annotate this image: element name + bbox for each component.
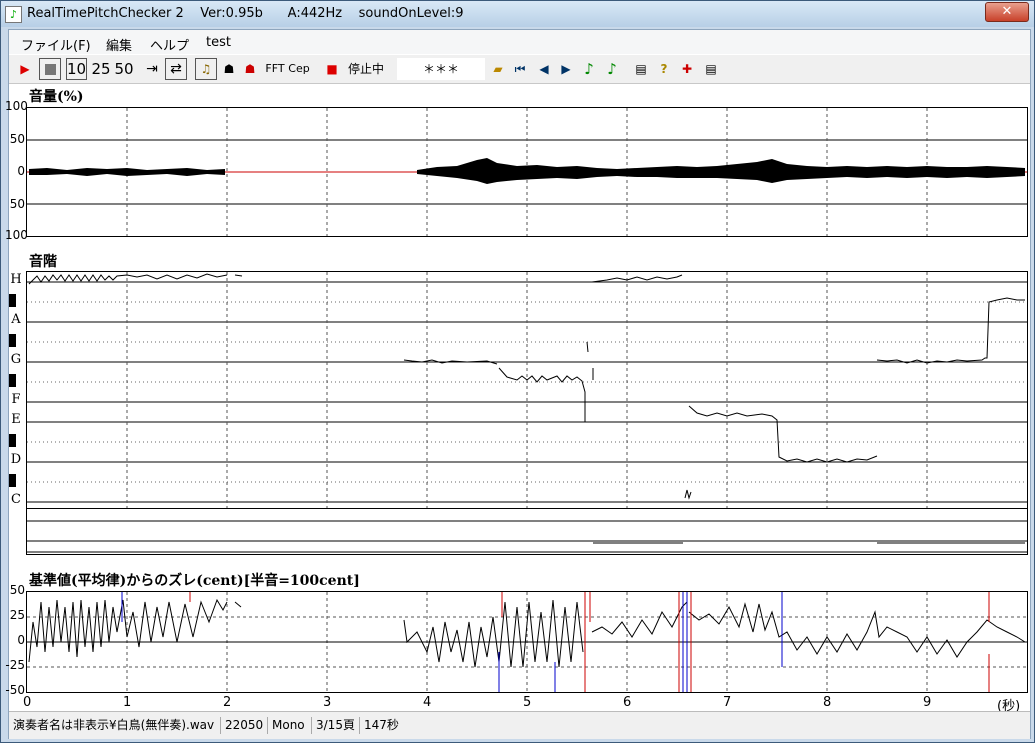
app-window: ♪ RealTimePitchChecker 2 Ver:0.95b A:442… [0,0,1035,743]
time-label: 8 [823,695,832,710]
deviation-plot [26,591,1028,693]
client-area: ファイル(F) 編集 ヘルプ test ▶ 10 25 50 ⇥ ⇄ ♫ ☗ ☗… [5,29,1031,739]
volume-tick: 100 [5,99,28,113]
note-label: C [11,492,21,507]
time-label: 0 [23,695,32,710]
status-duration: 147秒 [359,717,399,734]
deviation-tick: 0 [17,633,25,647]
stop-button[interactable] [39,58,61,80]
status-page: 3/15頁 [311,717,355,734]
volume-waveform [27,108,1027,236]
status-bar: 演奏者名は非表示¥白鳥(無伴奏).wav 22050 Mono 3/15頁 14… [9,711,1030,739]
menu-file[interactable]: ファイル(F) [21,35,91,54]
window-title: RealTimePitchChecker 2 Ver:0.95b A:442Hz… [27,6,464,21]
volume-title: 音量(%) [29,89,84,105]
close-button[interactable]: ✕ [985,2,1029,22]
time-label: 2 [223,695,232,710]
deviation-tick: -50 [5,683,25,697]
note-histogram-strip [26,509,1028,555]
pitch-trace [27,272,1027,508]
deviation-tick: -25 [5,658,25,672]
black-key [9,374,16,387]
deviation-tick: 25 [9,608,25,622]
time-label: 9 [923,695,932,710]
title-bar[interactable]: ♪ RealTimePitchChecker 2 Ver:0.95b A:442… [1,1,1034,27]
deviation-title: 基準値(平均律)からのズレ(cent)[半音=100cent] [29,573,360,589]
note-label: A [11,312,21,327]
note-icon[interactable]: ♪ [581,58,597,80]
cep-button[interactable]: Cep [288,58,310,80]
prev-icon[interactable]: ◀ [536,58,552,80]
volume-tick: 50 [9,197,25,211]
deviation-tick: 50 [9,583,25,597]
stop-icon [44,64,56,75]
time-label: 3 [323,695,332,710]
menu-help[interactable]: ヘルプ [150,35,189,54]
time-label: 5 [523,695,532,710]
first-icon[interactable]: ⏮ [512,58,528,80]
violin-icon[interactable]: ♫ [195,58,217,80]
volume-plot [26,107,1028,237]
scale-plot [26,271,1028,509]
menu-bar: ファイル(F) 編集 ヘルプ test [9,30,1030,54]
note-strip-lines [27,520,1027,553]
menu-test[interactable]: test [206,35,231,50]
volume-tick: 100 [5,228,28,242]
time-label: 7 [723,695,732,710]
stars-display: ＊＊＊ [397,58,485,80]
time-label: 6 [623,695,632,710]
singer-icon[interactable]: ☗ [242,58,258,80]
note-label: F [11,392,21,407]
status-text: 停止中 [347,62,384,76]
play-icon[interactable]: ▶ [17,58,33,80]
speed-50-button[interactable]: 50 [114,58,134,80]
next-icon[interactable]: ▶ [558,58,574,80]
record-stop-icon[interactable]: ■ [325,58,339,80]
note-label: H [10,272,22,287]
black-key [9,474,16,487]
time-label: 1 [123,695,132,710]
black-key [9,434,16,447]
status-file: 演奏者名は非表示¥白鳥(無伴奏).wav [13,718,215,732]
fft-button[interactable]: FFT [264,58,286,80]
printer-icon[interactable]: ▤ [702,58,720,80]
black-key [9,294,16,307]
volume-tick: 50 [9,132,25,146]
loop-icon[interactable]: ⇄ [165,58,187,80]
note-label: E [11,412,21,427]
app-icon: ♪ [5,6,22,23]
marker-icon[interactable]: ✚ [679,58,695,80]
note-alt-icon[interactable]: ♪ [604,58,620,80]
deviation-trace [27,592,1027,692]
toolbar: ▶ 10 25 50 ⇥ ⇄ ♫ ☗ ☗ FFT Cep ■ 停止中 ＊＊＊ ▰… [9,55,1030,84]
scale-title: 音階 [29,254,57,270]
volume-tick: 0 [17,164,25,178]
print-icon[interactable]: ▤ [632,58,650,80]
time-label: 4 [423,695,432,710]
menu-edit[interactable]: 編集 [106,35,132,54]
speed-10-button[interactable]: 10 [66,58,87,80]
note-label: D [10,452,22,467]
jump-end-icon[interactable]: ⇥ [144,58,160,80]
person-icon[interactable]: ☗ [221,58,237,80]
status-rate: 22050 [220,717,263,734]
black-key [9,334,16,347]
help-icon[interactable]: ? [656,58,672,80]
note-label: G [10,352,22,367]
status-channels: Mono [267,717,305,734]
speed-25-button[interactable]: 25 [91,58,111,80]
open-folder-icon[interactable]: ▰ [489,58,507,80]
